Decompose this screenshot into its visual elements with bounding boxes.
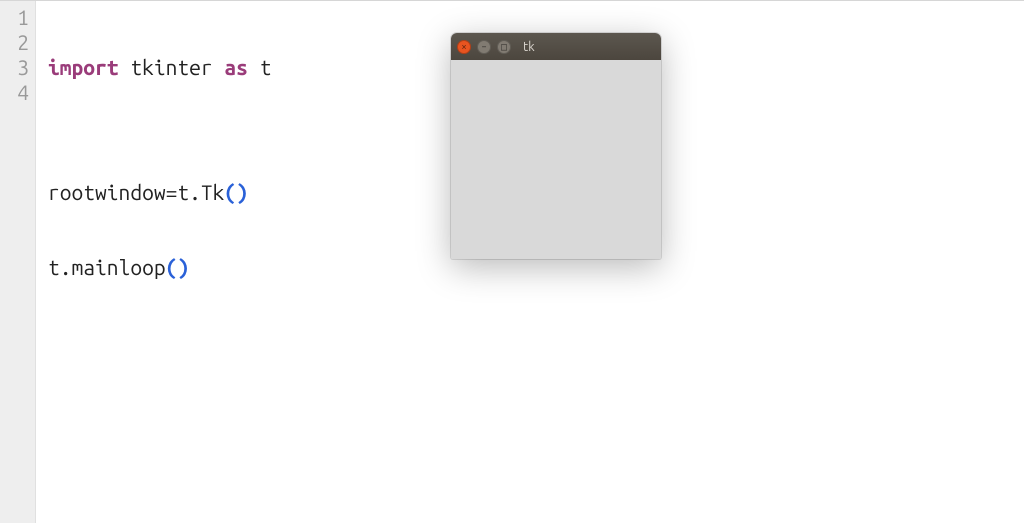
dot: . <box>189 180 201 204</box>
class-name: Tk <box>201 180 225 204</box>
keyword-import: import <box>48 55 119 79</box>
line-number: 2 <box>0 30 29 55</box>
line-number-gutter: 1 2 3 4 <box>0 1 36 523</box>
minimize-icon: – <box>481 42 487 52</box>
alias-name: t <box>248 55 272 79</box>
module-name: tkinter <box>119 55 225 79</box>
line-number: 3 <box>0 55 29 80</box>
window-close-button[interactable]: × <box>457 40 471 54</box>
dot: . <box>60 255 72 279</box>
paren-open: ( <box>224 180 236 204</box>
paren-close: ) <box>236 180 248 204</box>
keyword-as: as <box>224 55 248 79</box>
function-name: mainloop <box>72 255 166 279</box>
line-number: 1 <box>0 5 29 30</box>
window-minimize-button[interactable]: – <box>477 40 491 54</box>
tk-application-window[interactable]: × – □ tk <box>451 33 661 259</box>
window-titlebar[interactable]: × – □ tk <box>451 33 661 60</box>
identifier: t <box>48 255 60 279</box>
window-client-area[interactable] <box>451 60 661 259</box>
line-number: 4 <box>0 80 29 105</box>
close-icon: × <box>461 42 467 52</box>
paren-close: ) <box>177 255 189 279</box>
maximize-icon: □ <box>501 42 507 52</box>
paren-open: ( <box>166 255 178 279</box>
identifier: rootwindow=t <box>48 180 189 204</box>
window-maximize-button[interactable]: □ <box>497 40 511 54</box>
window-title: tk <box>523 40 535 54</box>
